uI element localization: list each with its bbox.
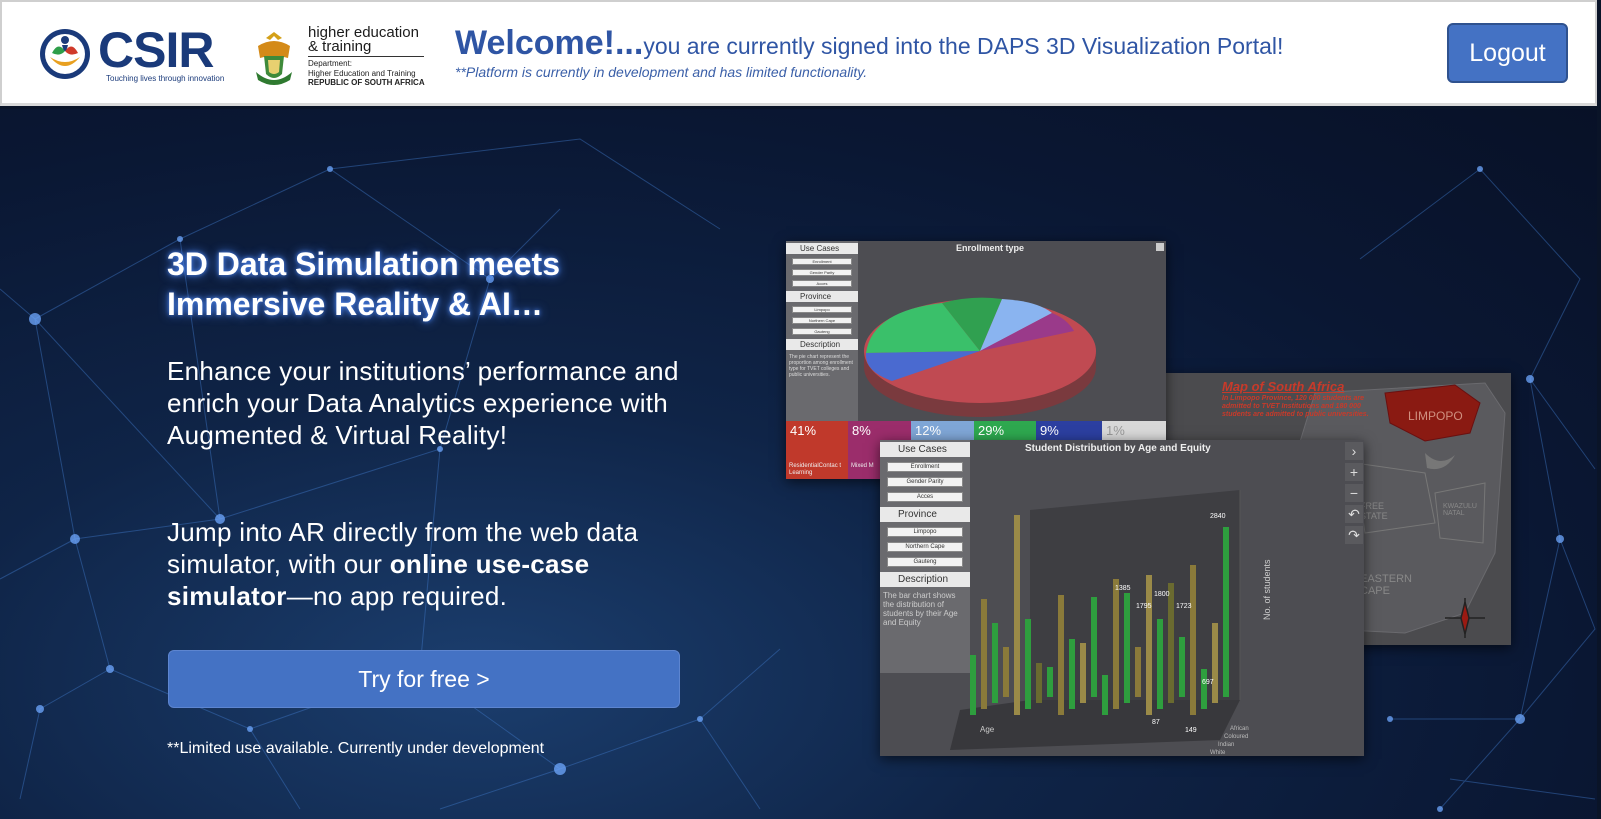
chart-bar xyxy=(1212,623,1218,703)
expand-icon[interactable] xyxy=(1156,243,1164,251)
signed-in-text: you are currently signed into the DAPS 3… xyxy=(643,33,1284,59)
dhet-title: higher education & training xyxy=(308,24,419,55)
map-label-kzn: KWAZULU NATAL xyxy=(1443,503,1477,517)
welcome-message: Welcome!...you are currently signed into… xyxy=(455,24,1283,63)
chart-bar xyxy=(1168,583,1174,703)
csir-emblem-icon xyxy=(40,29,90,79)
chart-bar xyxy=(1223,527,1229,697)
development-note: **Platform is currently in development a… xyxy=(455,64,868,80)
province-item: Limpopo xyxy=(792,306,852,313)
map-label-ecape: EASTERN CAPE xyxy=(1360,573,1412,597)
chart-bar xyxy=(1014,515,1020,715)
bar-value-label: 1795 xyxy=(1136,603,1152,610)
chart-toolbar: › + − ↶ ↷ xyxy=(1344,440,1364,544)
use-case-item: Gender Parity xyxy=(792,269,852,276)
pie-sub-label: Mixed M xyxy=(851,463,874,469)
province-header: Province xyxy=(786,291,858,302)
chart-bar xyxy=(992,623,998,703)
equity-label: White xyxy=(1210,750,1226,756)
chart-bar xyxy=(1190,565,1196,715)
chart-bar xyxy=(981,599,987,709)
equity-label: Coloured xyxy=(1224,734,1248,740)
top-header: CSIR Touching lives through innovation h… xyxy=(0,0,1597,106)
pie-percentage-cell: 12% xyxy=(911,421,974,441)
welcome-title: Welcome!... xyxy=(455,24,644,62)
use-cases-header: Use Cases xyxy=(880,442,970,457)
chart-bar xyxy=(1025,619,1031,709)
equity-label: Indian xyxy=(1218,742,1234,748)
pie-percentage-cell: 1% xyxy=(1102,421,1166,441)
use-cases-header: Use Cases xyxy=(786,243,858,254)
bar-value-label: 1385 xyxy=(1115,585,1131,592)
undo-icon[interactable]: ↶ xyxy=(1345,505,1363,523)
hero-paragraph-2: Jump into AR directly from the web data … xyxy=(167,517,639,611)
chart-bar xyxy=(1102,675,1108,715)
use-case-item: Acces xyxy=(792,280,852,287)
pie-sub-label: ResidentialContac t Learning xyxy=(789,463,842,476)
map-label-limpopo: LIMPOPO xyxy=(1408,409,1463,423)
bar-title: Student Distribution by Age and Equity xyxy=(1025,443,1211,454)
province-item: Northern Cape xyxy=(792,317,852,324)
bar-value-label: 1723 xyxy=(1176,603,1192,610)
pie-percentage-cell: 9% xyxy=(1036,421,1102,441)
try-for-free-button[interactable]: Try for free > xyxy=(168,650,680,708)
bar-value-label: 1800 xyxy=(1154,591,1170,598)
coat-of-arms-icon xyxy=(256,32,292,85)
pie-side-panel: Use Cases Enrollment Gender Parity Acces… xyxy=(786,241,858,421)
chart-bar xyxy=(1003,647,1009,697)
bar-value-label: 2840 xyxy=(1210,513,1226,520)
chart-bar xyxy=(1047,667,1053,697)
chart-bar xyxy=(1146,575,1152,715)
limited-use-note: **Limited use available. Currently under… xyxy=(167,740,545,757)
chart-bar xyxy=(1135,647,1141,697)
bar-chart-3d: No. of students Age African Coloured Ind… xyxy=(950,490,1272,756)
bar-value-label: 149 xyxy=(1185,727,1197,734)
hero-section: 3D Data Simulation meets Immersive Reali… xyxy=(0,109,1597,819)
province-item: Gauteng xyxy=(792,328,852,335)
csir-wordmark: CSIR xyxy=(98,22,214,78)
pie-chart xyxy=(864,297,1096,417)
hero-heading: 3D Data Simulation meets Immersive Reali… xyxy=(167,246,560,322)
csir-tagline: Touching lives through innovation xyxy=(106,74,225,83)
equity-label: African xyxy=(1230,726,1249,732)
map-title: Map of South Africa xyxy=(1222,379,1345,394)
map-label-freestate: FREE STATE xyxy=(1360,501,1388,521)
zoom-in-icon[interactable]: + xyxy=(1345,463,1363,481)
map-text: In Limpopo Province, 120 000 students ar… xyxy=(1222,395,1369,418)
x-axis-label: Age xyxy=(980,725,995,734)
description-header: Description xyxy=(786,339,858,350)
chart-bar xyxy=(1157,619,1163,709)
redo-icon[interactable]: ↷ xyxy=(1345,526,1363,544)
pie-percentage-cell: 29% xyxy=(974,421,1036,441)
use-case-item: Enrollment xyxy=(792,258,852,265)
hero-paragraph-1: Enhance your institutions’ performance a… xyxy=(167,356,679,450)
dhet-department: Department: Higher Education and Trainin… xyxy=(308,59,425,87)
chart-bar xyxy=(970,655,976,715)
chart-bar xyxy=(1113,579,1119,709)
chart-bar xyxy=(1036,663,1042,703)
bar-value-label: 697 xyxy=(1202,679,1214,686)
chart-bar xyxy=(1179,637,1185,697)
chart-bar xyxy=(1080,643,1086,703)
chart-bar xyxy=(1069,639,1075,709)
logout-button[interactable]: Logout xyxy=(1447,23,1568,83)
bar-chart-preview-screenshot: Use Cases Enrollment Gender Parity Acces… xyxy=(880,440,1364,756)
dhet-logo: higher education & training Department: … xyxy=(252,24,427,90)
next-icon[interactable]: › xyxy=(1345,442,1363,460)
chart-bar xyxy=(1091,597,1097,697)
divider xyxy=(308,56,424,57)
description-text: The pie chart represent the proportion a… xyxy=(789,354,853,378)
chart-bar xyxy=(1124,593,1130,703)
pie-title: Enrollment type xyxy=(956,243,1025,253)
chart-bar xyxy=(1058,595,1064,715)
zoom-out-icon[interactable]: − xyxy=(1345,484,1363,502)
y-axis-label: No. of students xyxy=(1262,559,1272,620)
csir-logo: CSIR Touching lives through innovation xyxy=(38,24,224,86)
bar-value-label: 87 xyxy=(1152,719,1160,726)
chart-bar xyxy=(1201,669,1207,709)
